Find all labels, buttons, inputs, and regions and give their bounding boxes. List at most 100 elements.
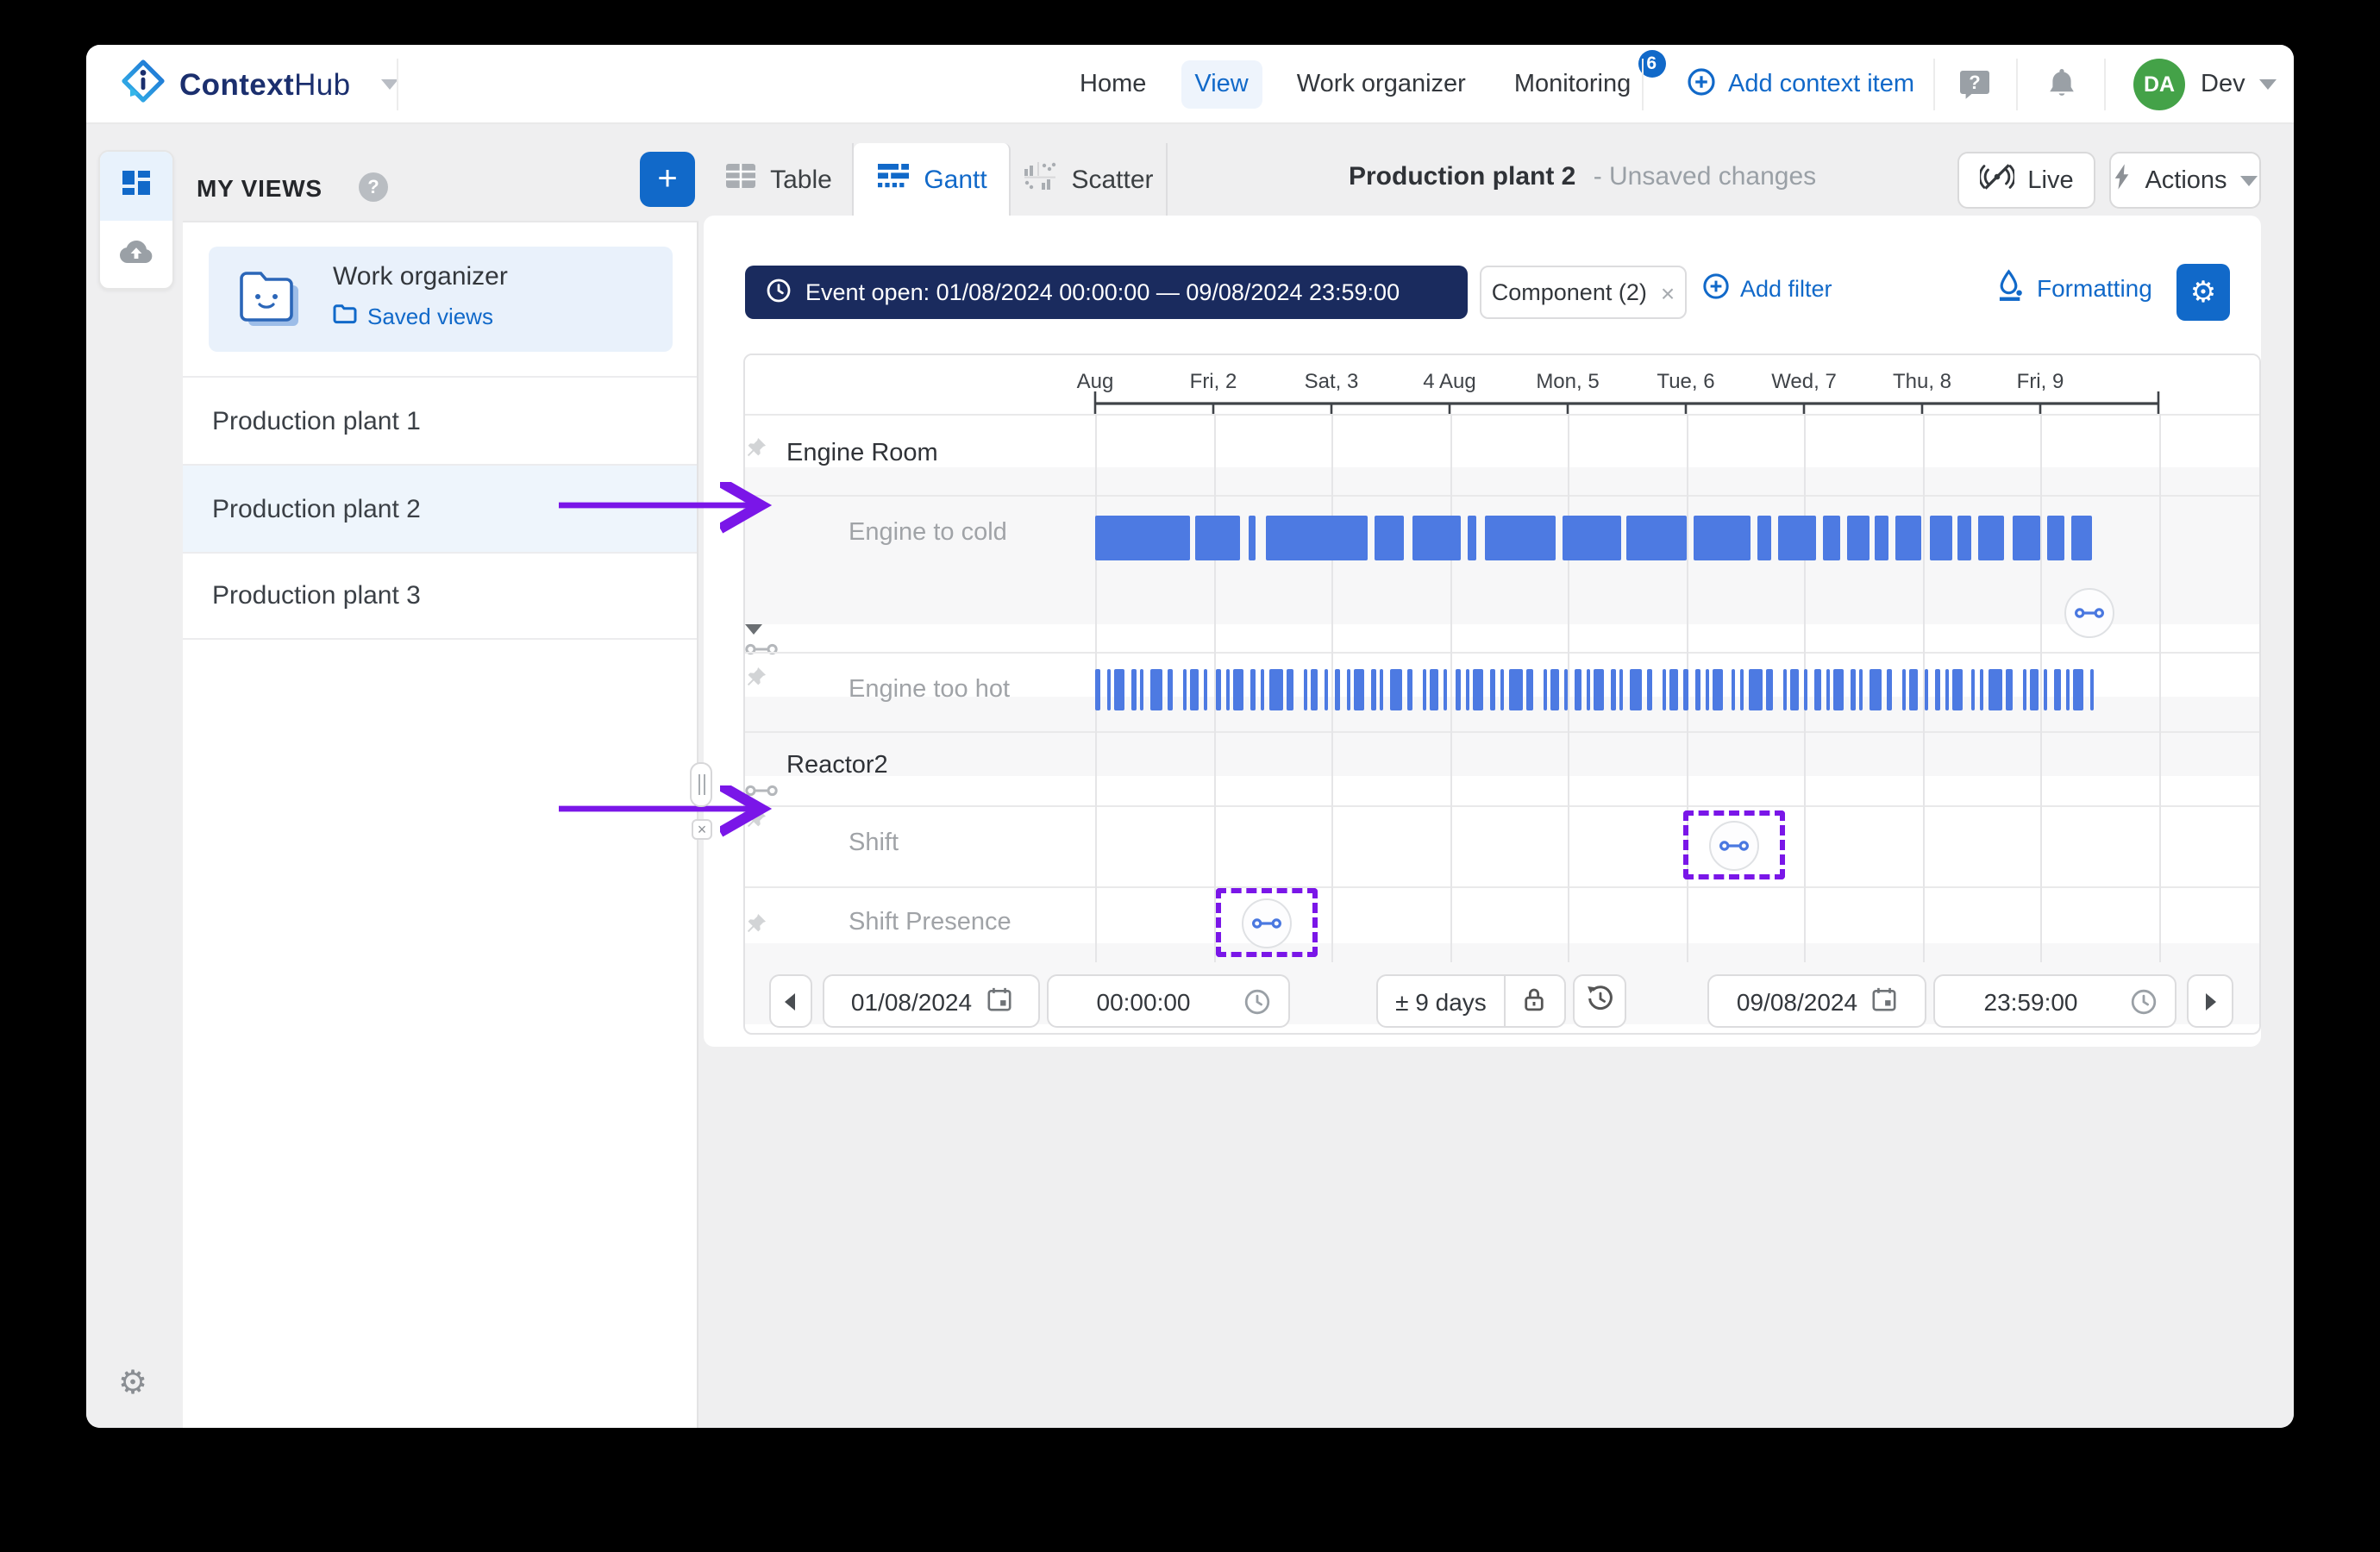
settings-gear-icon[interactable]: ⚙ (109, 1359, 157, 1407)
gantt-barcode-segment[interactable] (1934, 669, 1940, 710)
gantt-barcode-segment[interactable] (1287, 669, 1293, 710)
gantt-barcode-segment[interactable] (1790, 669, 1799, 710)
gantt-barcode-segment[interactable] (2090, 669, 2093, 710)
gantt-bar-segment[interactable] (1693, 516, 1751, 560)
panel-resize-handle[interactable] (690, 762, 712, 807)
gantt-barcode-segment[interactable] (1466, 669, 1469, 710)
add-context-item-button[interactable]: Add context item (1687, 45, 1914, 124)
gantt-bar-segment[interactable] (1485, 516, 1556, 560)
gantt-barcode-segment[interactable] (2022, 669, 2026, 710)
gantt-bar-segment[interactable] (2071, 516, 2093, 560)
gantt-bar-segment[interactable] (1265, 516, 1367, 560)
my-views-rail-button[interactable] (100, 152, 172, 221)
gantt-barcode-segment[interactable] (1953, 669, 1964, 710)
gantt-barcode-segment[interactable] (1713, 669, 1724, 710)
gantt-barcode-segment[interactable] (1731, 669, 1735, 710)
range-lock-group[interactable]: ± 9 days (1375, 974, 1565, 1028)
chip-close-icon[interactable]: × (1661, 278, 1675, 306)
gantt-barcode-segment[interactable] (2030, 669, 2039, 710)
gantt-barcode-segment[interactable] (1353, 669, 1363, 710)
gantt-barcode-segment[interactable] (1251, 669, 1256, 710)
gantt-barcode-segment[interactable] (1619, 669, 1623, 710)
gantt-barcode-segment[interactable] (1586, 669, 1589, 710)
gantt-bar-segment[interactable] (1095, 516, 1190, 560)
gantt-barcode-segment[interactable] (1979, 669, 1982, 710)
actions-button[interactable]: Actions (2109, 152, 2261, 209)
gantt-bar-segment[interactable] (1979, 516, 2005, 560)
help-bubble-icon[interactable]: ? (1957, 67, 1992, 110)
gantt-bar-segment[interactable] (1957, 516, 1971, 560)
formatting-button[interactable]: Formatting (1995, 269, 2152, 307)
gantt-barcode-segment[interactable] (1869, 669, 1882, 710)
start-date-field[interactable]: 01/08/2024 (823, 974, 1040, 1028)
saved-views-link[interactable]: Saved views (333, 304, 493, 329)
collapse-panel-close-icon[interactable]: × (692, 819, 712, 840)
gantt-bar-segment[interactable] (2047, 516, 2064, 560)
gantt-barcode-segment[interactable] (1310, 669, 1318, 710)
gantt-bar-segment[interactable] (1469, 516, 1475, 560)
gantt-bar-segment[interactable] (1563, 516, 1621, 560)
sidebar-view-production-plant-3[interactable]: Production plant 3 (183, 552, 697, 640)
gantt-barcode-segment[interactable] (1149, 669, 1162, 710)
gantt-bar-segment[interactable] (1846, 516, 1869, 560)
gantt-barcode-segment[interactable] (1527, 669, 1533, 710)
gantt-barcode-segment[interactable] (1190, 669, 1199, 710)
gantt-barcode-segment[interactable] (1814, 669, 1820, 710)
gantt-barcode-segment[interactable] (1739, 669, 1743, 710)
event-marker-shift-presence[interactable] (1242, 899, 1292, 949)
gantt-barcode-segment[interactable] (2073, 669, 2083, 710)
gantt-barcode-segment[interactable] (1371, 669, 1375, 710)
gantt-barcode-segment[interactable] (1260, 669, 1263, 710)
gantt-barcode-segment[interactable] (1233, 669, 1243, 710)
gantt-bar-segment[interactable] (1778, 516, 1816, 560)
gantt-barcode-segment[interactable] (1749, 669, 1762, 710)
gantt-barcode-segment[interactable] (1887, 669, 1893, 710)
history-button[interactable] (1573, 974, 1626, 1028)
gantt-barcode-segment[interactable] (1346, 669, 1350, 710)
gantt-barcode-segment[interactable] (1335, 669, 1341, 710)
pin-icon[interactable] (745, 806, 2259, 837)
gantt-barcode-segment[interactable] (1500, 669, 1503, 710)
my-views-help-icon[interactable]: ? (359, 172, 388, 202)
gantt-barcode-segment[interactable] (1647, 669, 1653, 710)
gantt-barcode-segment[interactable] (1694, 669, 1700, 710)
component-filter-chip[interactable]: Component (2) × (1480, 266, 1687, 319)
gantt-barcode-segment[interactable] (1804, 669, 1807, 710)
gantt-barcode-segment[interactable] (1407, 669, 1413, 710)
gantt-barcode-segment[interactable] (1095, 669, 1101, 710)
gantt-barcode-segment[interactable] (1106, 669, 1110, 710)
bell-icon[interactable] (2045, 67, 2078, 110)
avatar[interactable]: DA (2133, 59, 2185, 110)
gantt-bar-segment[interactable] (1627, 516, 1687, 560)
tab-table[interactable]: Table (704, 143, 854, 216)
gantt-barcode-segment[interactable] (1543, 669, 1546, 710)
gantt-row-reactor2[interactable] (745, 837, 2259, 912)
gantt-barcode-segment[interactable] (1851, 669, 1855, 710)
gantt-barcode-segment[interactable] (1564, 669, 1568, 710)
gantt-barcode-segment[interactable] (1455, 669, 1461, 710)
gantt-bar-segment[interactable] (2012, 516, 2040, 560)
gantt-barcode-segment[interactable] (2065, 669, 2069, 710)
gantt-barcode-segment[interactable] (1611, 669, 1615, 710)
gantt-barcode-segment[interactable] (1767, 669, 1773, 710)
gantt-barcode-segment[interactable] (1168, 669, 1174, 710)
nav-item-view[interactable]: View (1181, 60, 1262, 109)
gantt-barcode-segment[interactable] (1575, 669, 1581, 710)
gantt-barcode-segment[interactable] (1389, 669, 1402, 710)
shared-views-rail-button[interactable] (100, 221, 172, 290)
gantt-barcode-segment[interactable] (1269, 669, 1282, 710)
event-marker-engine-to-cold[interactable] (2064, 588, 2114, 638)
gantt-bar-segment[interactable] (1875, 516, 1888, 560)
gantt-bar-segment[interactable] (1194, 516, 1239, 560)
gantt-bar-segment[interactable] (1249, 516, 1256, 560)
brand[interactable]: ContextHub (121, 45, 399, 124)
gantt-barcode-segment[interactable] (1380, 669, 1383, 710)
gantt-bar-segment[interactable] (1412, 516, 1462, 560)
sidebar-view-production-plant-2[interactable]: Production plant 2 (183, 464, 697, 552)
gantt-barcode-segment[interactable] (2044, 669, 2047, 710)
gantt-barcode-segment[interactable] (1706, 669, 1709, 710)
tab-gantt[interactable]: Gantt (854, 143, 1011, 216)
time-filter-pill[interactable]: Event open: 01/08/2024 00:00:00 — 09/08/… (745, 266, 1468, 319)
row-expand-caret[interactable] (745, 624, 762, 635)
gantt-barcode-segment[interactable] (1945, 669, 1949, 710)
